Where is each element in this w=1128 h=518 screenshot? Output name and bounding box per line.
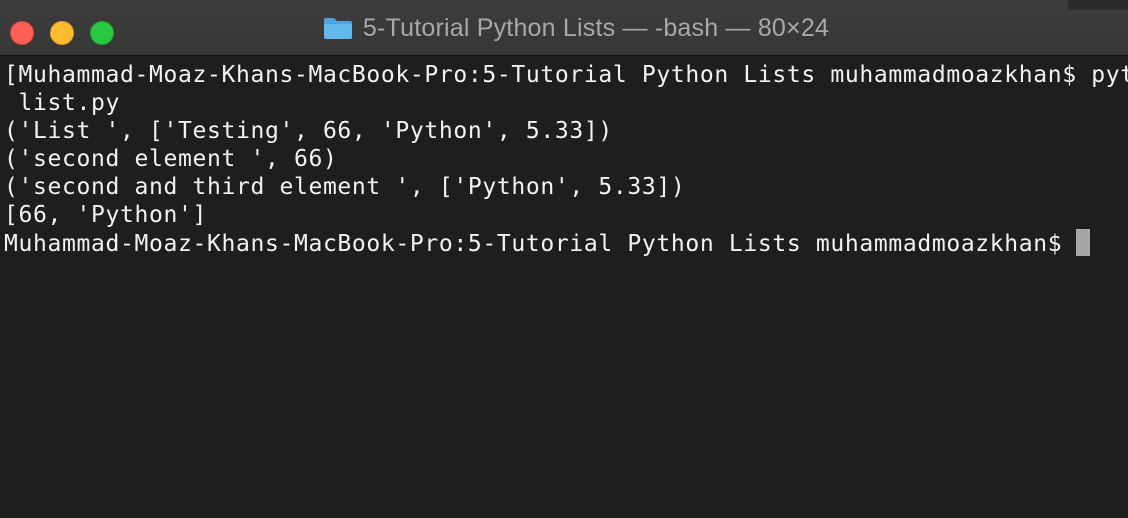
terminal-line: [66, 'Python'] (4, 202, 207, 228)
shell-prompt: Muhammad-Moaz-Khans-MacBook-Pro:5-Tutori… (4, 231, 1063, 257)
terminal-line: ('second and third element ', ['Python',… (4, 174, 686, 200)
terminal-line: ('List ', ['Testing', 66, 'Python', 5.33… (4, 118, 613, 144)
prompt-line[interactable]: Muhammad-Moaz-Khans-MacBook-Pro:5-Tutori… (4, 229, 1128, 257)
text-cursor (1076, 229, 1091, 256)
window-title-group: 5-Tutorial Python Lists — -bash — 80×24 (0, 0, 1128, 56)
terminal-line: ('second element ', 66) (4, 146, 338, 172)
terminal-line: [Muhammad-Moaz-Khans-MacBook-Pro:5-Tutor… (4, 62, 1128, 88)
terminal-line: list.py (4, 90, 120, 116)
terminal-output[interactable]: [Muhammad-Moaz-Khans-MacBook-Pro:5-Tutor… (0, 56, 1128, 518)
window-title: 5-Tutorial Python Lists — -bash — 80×24 (362, 13, 830, 42)
background-window-edge (1068, 0, 1128, 10)
folder-icon (323, 16, 353, 40)
title-bar[interactable]: 5-Tutorial Python Lists — -bash — 80×24 (0, 0, 1128, 56)
terminal-window: 5-Tutorial Python Lists — -bash — 80×24 … (0, 0, 1128, 518)
